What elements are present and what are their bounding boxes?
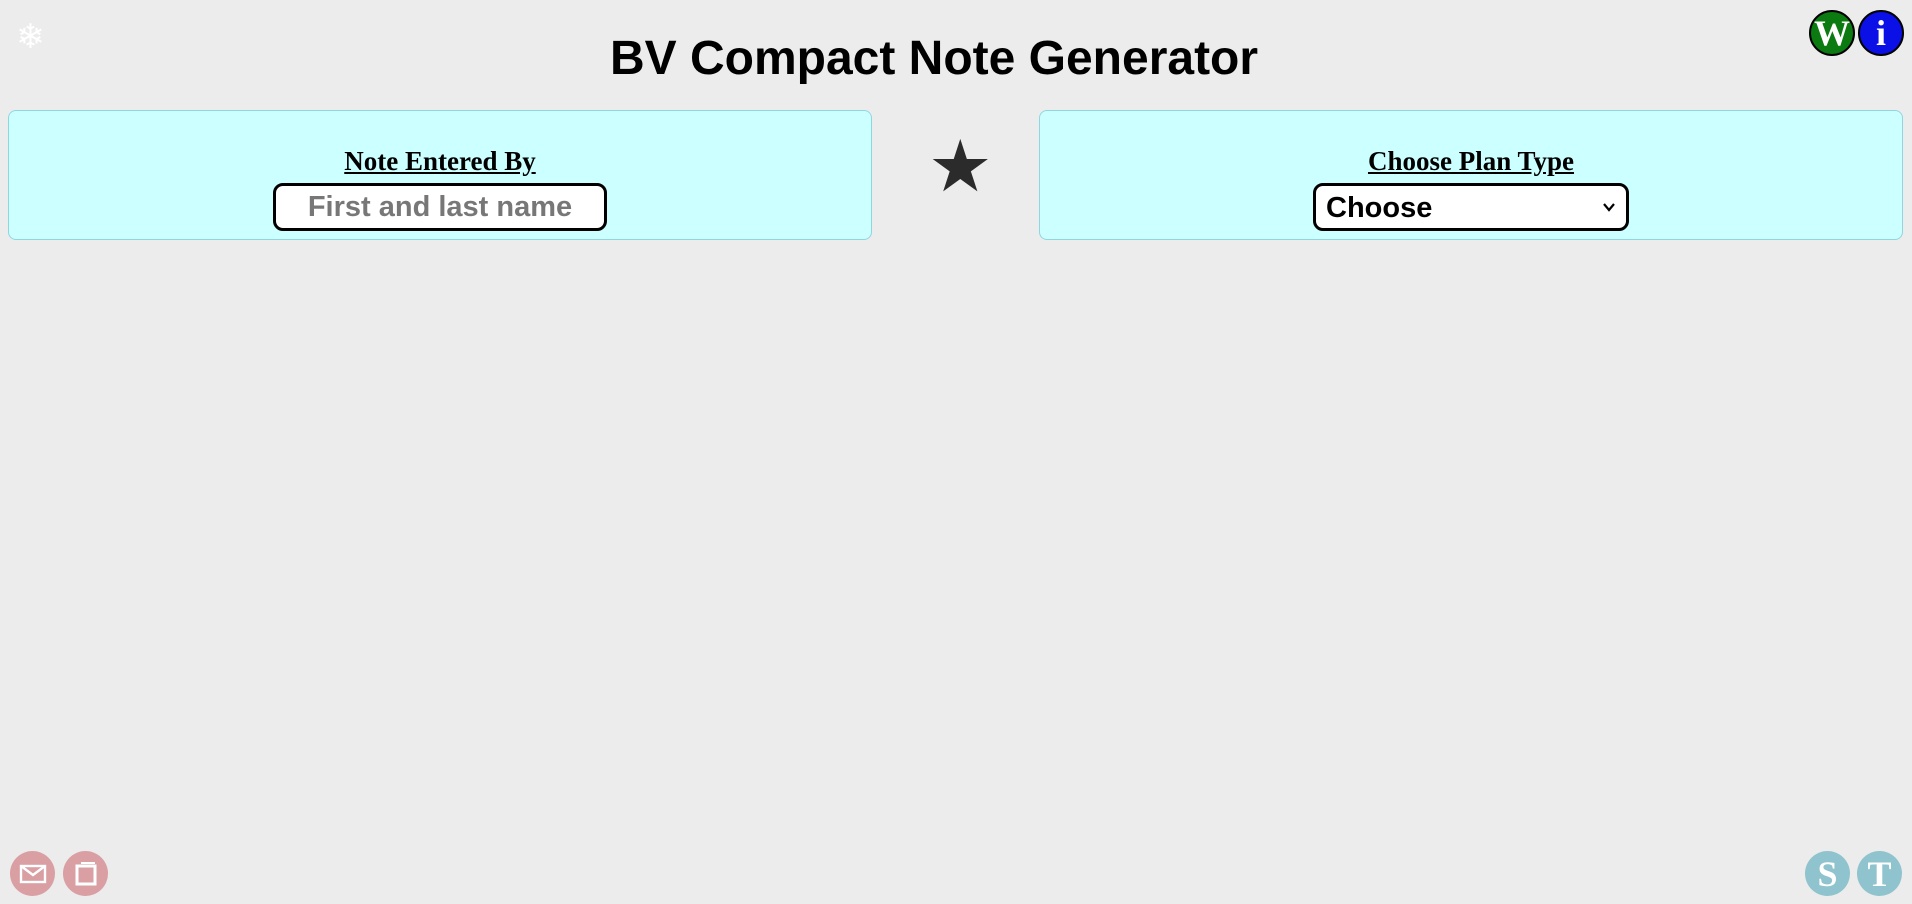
w-button[interactable]: W xyxy=(1809,10,1855,56)
plan-type-select[interactable]: Choose xyxy=(1313,183,1629,231)
plan-type-label: Choose Plan Type xyxy=(1367,146,1575,176)
info-button[interactable]: i xyxy=(1858,10,1904,56)
page: ❄ BV Compact Note Generator W i Note Ent… xyxy=(0,0,1912,904)
note-entered-by-panel: Note Entered By xyxy=(8,110,872,240)
star-icon[interactable]: ★ xyxy=(928,128,993,204)
page-title: BV Compact Note Generator xyxy=(609,32,1259,85)
window-icon xyxy=(75,861,96,885)
email-button[interactable] xyxy=(10,851,55,896)
s-button[interactable]: S xyxy=(1805,851,1850,896)
footer-right-buttons: S T xyxy=(1805,851,1902,896)
top-right-buttons: W i xyxy=(1809,10,1904,56)
plan-type-panel: Choose Plan Type Choose xyxy=(1039,110,1903,240)
chevron-down-icon xyxy=(1603,203,1615,212)
envelope-icon xyxy=(19,864,46,883)
plan-type-selected-value: Choose xyxy=(1326,192,1433,224)
footer-left-buttons xyxy=(10,851,108,896)
copy-button[interactable] xyxy=(63,851,108,896)
name-input[interactable] xyxy=(273,183,607,231)
t-button[interactable]: T xyxy=(1857,851,1902,896)
note-entered-by-label: Note Entered By xyxy=(344,146,536,176)
